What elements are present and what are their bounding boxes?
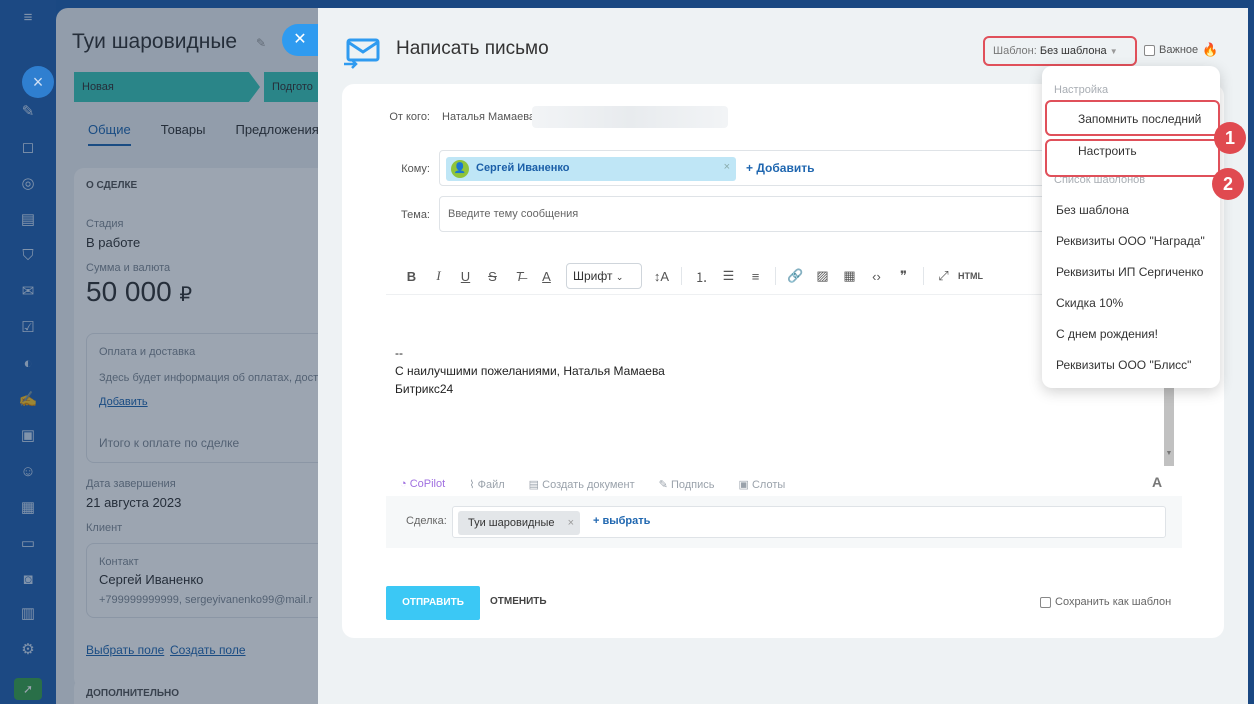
editor-toolbar: B I U S T̶ A Шрифт ⌄ ↕A ⒈ ☰ ≡ 🔗 ▨ ▦ ‹› ❞…: [398, 262, 984, 290]
template-value: Без шаблона: [1039, 45, 1107, 57]
clear-format-icon[interactable]: T̶: [506, 269, 533, 284]
attachments-bar: ◔ CoPilot ⌇ Файл ▤ Создать документ ✎ По…: [400, 478, 785, 491]
deal-chip[interactable]: Туи шаровидные ×: [458, 511, 580, 535]
template-label: Шаблон:: [993, 45, 1037, 57]
body-line: С наилучшими пожеланиями, Наталья Мамаев…: [395, 364, 665, 378]
from-email-blurred: [532, 106, 728, 128]
recipient-chip[interactable]: 👤 Сергей Иваненко ×: [446, 157, 736, 181]
remove-recipient-icon[interactable]: ×: [724, 161, 730, 173]
chevron-down-icon: ⌄: [615, 272, 624, 282]
copilot-label: CoPilot: [409, 478, 446, 490]
subject-input[interactable]: [440, 197, 1048, 231]
from-label: От кого:: [389, 111, 430, 123]
scroll-down-icon[interactable]: ▼: [1164, 450, 1174, 457]
subject-field[interactable]: [439, 196, 1049, 232]
pen-icon: ✎: [658, 479, 668, 491]
signature-button[interactable]: ✎ Подпись: [659, 478, 715, 491]
image-icon[interactable]: ▨: [809, 268, 836, 284]
bold-icon[interactable]: B: [398, 269, 425, 284]
menu-item-template[interactable]: Реквизиты ИП Сергиченко: [1056, 265, 1203, 279]
page-title: Написать письмо: [396, 38, 549, 59]
table-icon[interactable]: ▦: [836, 268, 863, 284]
send-button[interactable]: ОТПРАВИТЬ: [386, 586, 480, 620]
slots-button[interactable]: ▣ Слоты: [738, 478, 785, 491]
body-line: --: [395, 346, 403, 360]
file-label: Файл: [477, 479, 505, 491]
recipient-name: Сергей Иваненко: [476, 162, 570, 174]
chevron-down-icon: ▼: [1109, 47, 1118, 56]
divider: [923, 267, 924, 285]
body-line: Битрикс24: [395, 382, 454, 396]
menu-item-template[interactable]: Без шаблона: [1056, 203, 1129, 217]
bulleted-list-icon[interactable]: ☰: [715, 268, 742, 284]
quote-icon[interactable]: ❞: [890, 268, 917, 284]
step-badge-1: 1: [1214, 122, 1246, 154]
deal-field[interactable]: Туи шаровидные × + выбрать: [452, 506, 1166, 538]
fire-icon: 🔥: [1202, 42, 1219, 57]
html-icon[interactable]: HTML: [957, 271, 984, 281]
highlight-configure: [1045, 139, 1220, 177]
email-icon: [344, 38, 380, 69]
deal-chip-label: Туи шаровидные: [468, 517, 555, 529]
file-button[interactable]: ⌇ Файл: [469, 478, 504, 491]
menu-item-template[interactable]: Реквизиты ООО "Блисс": [1056, 358, 1191, 372]
pick-deal-link[interactable]: + выбрать: [593, 515, 650, 527]
create-doc-label: Создать документ: [542, 479, 635, 491]
calendar-icon: ▣: [738, 479, 749, 491]
divider: [681, 267, 682, 285]
link-icon[interactable]: 🔗: [782, 268, 809, 284]
font-size-icon[interactable]: ↕A: [648, 269, 675, 284]
menu-item-template[interactable]: Реквизиты ООО "Награда": [1056, 234, 1205, 248]
font-select-label: Шрифт: [573, 269, 613, 283]
to-field[interactable]: 👤 Сергей Иваненко × + Добавить: [439, 150, 1049, 186]
from-value[interactable]: Наталья Мамаева: [442, 111, 535, 123]
subject-label: Тема:: [401, 209, 430, 221]
text-color-icon[interactable]: A: [533, 269, 560, 284]
copilot-button[interactable]: ◔ CoPilot: [400, 478, 445, 491]
template-select[interactable]: Шаблон: Без шаблона ▼: [983, 36, 1137, 66]
save-template-toggle[interactable]: Сохранить как шаблон: [1040, 596, 1171, 608]
divider: [775, 267, 776, 285]
align-icon[interactable]: ≡: [742, 269, 769, 284]
highlight-remember-last: [1045, 100, 1220, 136]
important-label: Важное: [1159, 44, 1199, 56]
deal-label: Сделка:: [406, 515, 447, 527]
save-template-label: Сохранить как шаблон: [1055, 596, 1172, 608]
document-icon: ▤: [528, 479, 540, 491]
message-body[interactable]: -- С наилучшими пожеланиями, Наталья Мам…: [395, 344, 665, 398]
slider-close-button[interactable]: ✕: [282, 24, 318, 56]
menu-item-template[interactable]: С днем рождения!: [1056, 327, 1158, 341]
paperclip-icon: ⌇: [469, 479, 475, 491]
menu-item-template[interactable]: Скидка 10%: [1056, 296, 1123, 310]
font-select[interactable]: Шрифт ⌄: [566, 263, 642, 289]
underline-icon[interactable]: U: [452, 269, 479, 284]
create-doc-button[interactable]: ▤ Создать документ: [529, 478, 635, 491]
copilot-icon: ◔: [400, 478, 407, 490]
italic-icon[interactable]: I: [425, 268, 452, 284]
important-toggle[interactable]: Важное 🔥: [1144, 42, 1218, 58]
signature-label: Подпись: [670, 479, 715, 491]
remove-deal-icon[interactable]: ×: [568, 511, 574, 535]
code-icon[interactable]: ‹›: [863, 269, 890, 284]
text-format-icon[interactable]: A: [1152, 474, 1162, 490]
to-label: Кому:: [401, 163, 430, 175]
important-checkbox[interactable]: [1144, 44, 1155, 56]
slots-label: Слоты: [751, 479, 786, 491]
numbered-list-icon[interactable]: ⒈: [688, 267, 715, 286]
save-template-checkbox[interactable]: [1040, 596, 1051, 608]
step-badge-2: 2: [1212, 168, 1244, 200]
fullscreen-icon[interactable]: ⤢: [930, 268, 957, 284]
cancel-button[interactable]: ОТМЕНИТЬ: [490, 596, 547, 607]
add-recipient-link[interactable]: + Добавить: [746, 161, 814, 175]
dropdown-section-settings: Настройка: [1054, 84, 1109, 96]
strikethrough-icon[interactable]: S: [479, 269, 506, 284]
deal-binding-row: Сделка: Туи шаровидные × + выбрать: [386, 496, 1182, 548]
avatar: 👤: [451, 160, 469, 178]
